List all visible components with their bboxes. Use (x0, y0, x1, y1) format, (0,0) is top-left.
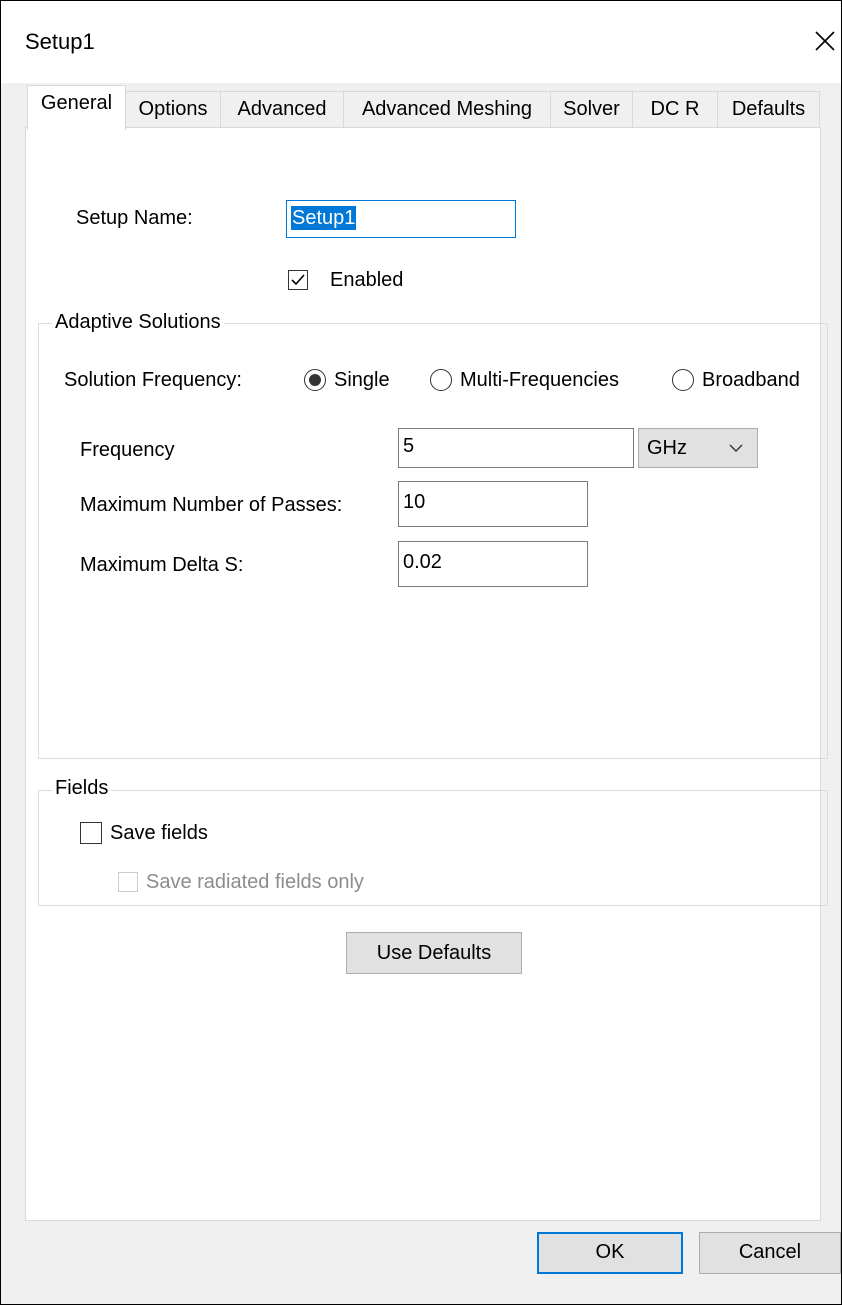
tab-options[interactable]: Options (125, 91, 221, 127)
adaptive-solutions-title: Adaptive Solutions (52, 310, 224, 334)
max-delta-s-input[interactable]: 0.02 (398, 541, 588, 587)
tab-advanced-meshing[interactable]: Advanced Meshing (343, 91, 551, 127)
setup-dialog: Setup1 General Options Advanced Advanced… (0, 0, 842, 1305)
enabled-checkbox[interactable] (288, 270, 308, 290)
frequency-label: Frequency (80, 439, 175, 461)
use-defaults-button[interactable]: Use Defaults (346, 932, 522, 974)
radio-multi-frequencies[interactable] (430, 369, 452, 391)
general-tab-page: Setup Name: Setup1 Enabled Adaptive Solu… (25, 127, 828, 1221)
max-passes-input[interactable]: 10 (398, 481, 588, 527)
checkmark-icon (291, 274, 305, 286)
max-delta-s-label: Maximum Delta S: (80, 554, 244, 576)
cancel-button[interactable]: Cancel (699, 1232, 841, 1274)
solution-frequency-label: Solution Frequency: (64, 369, 242, 391)
radio-single[interactable] (304, 369, 326, 391)
radio-broadband[interactable] (672, 369, 694, 391)
radio-single-label: Single (334, 369, 390, 391)
save-radiated-label: Save radiated fields only (146, 871, 364, 893)
save-fields-label: Save fields (110, 822, 208, 844)
chevron-down-icon (729, 444, 743, 452)
frequency-unit-dropdown[interactable]: GHz (638, 428, 758, 468)
setup-name-input[interactable]: Setup1 (286, 200, 516, 238)
radio-broadband-label: Broadband (702, 369, 800, 391)
save-fields-checkbox[interactable] (80, 822, 102, 844)
tab-solver[interactable]: Solver (550, 91, 633, 127)
frequency-unit-value: GHz (647, 437, 687, 459)
window-title: Setup1 (25, 29, 95, 54)
tab-general[interactable]: General (27, 85, 126, 130)
setup-name-label: Setup Name: (76, 207, 193, 229)
max-passes-label: Maximum Number of Passes: (80, 494, 343, 516)
tab-dc-r[interactable]: DC R (632, 91, 718, 127)
close-icon (815, 31, 835, 51)
tab-advanced[interactable]: Advanced (220, 91, 344, 127)
radio-selected-dot (309, 374, 321, 386)
ok-button[interactable]: OK (537, 1232, 683, 1274)
save-radiated-checkbox[interactable] (118, 872, 138, 892)
setup-name-value: Setup1 (291, 206, 357, 230)
fields-title: Fields (52, 776, 112, 800)
title-bar[interactable]: Setup1 (1, 1, 841, 83)
tab-strip: General Options Advanced Advanced Meshin… (1, 83, 841, 130)
close-button[interactable] (809, 23, 841, 59)
tab-defaults[interactable]: Defaults (717, 91, 820, 127)
enabled-label: Enabled (330, 269, 404, 291)
frequency-input[interactable]: 5 (398, 428, 634, 468)
dialog-client-area: General Options Advanced Advanced Meshin… (1, 83, 841, 1304)
radio-multi-frequencies-label: Multi-Frequencies (460, 369, 619, 391)
